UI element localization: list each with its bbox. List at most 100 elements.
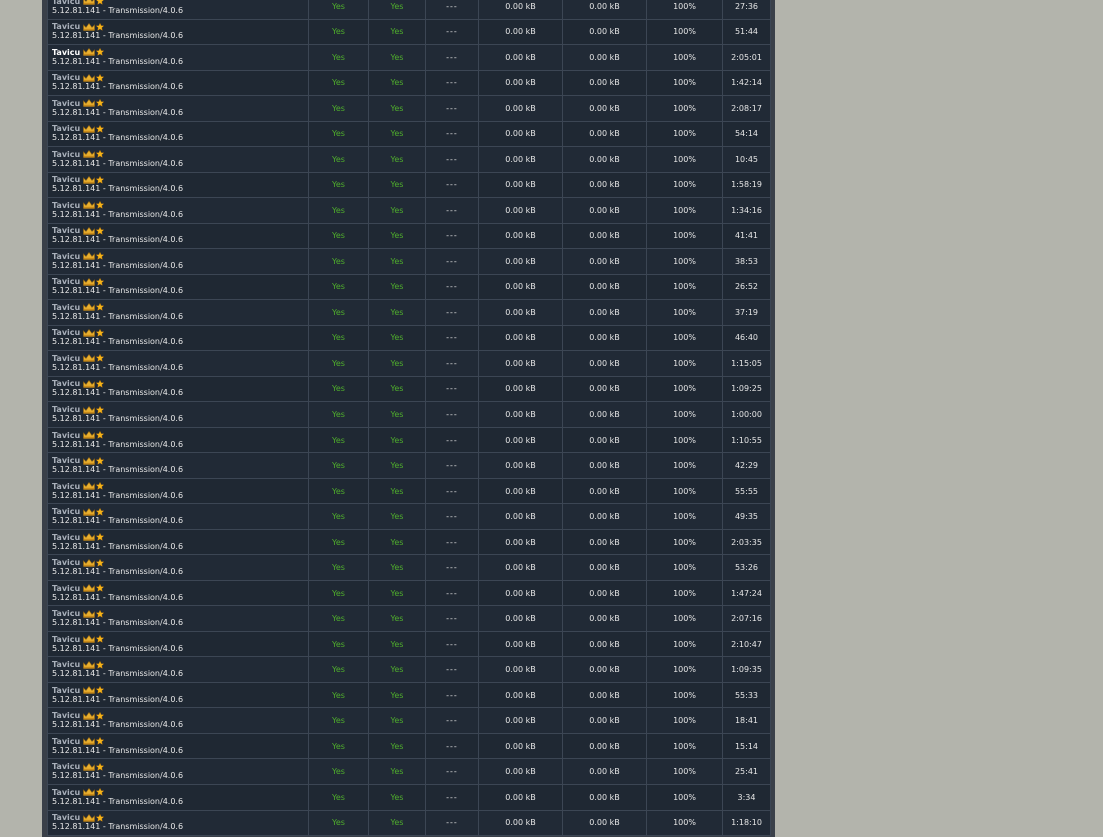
table-row: Tavicu 5.12.81.141 - Transmission/4.0.6 … bbox=[47, 758, 771, 785]
username-line: Tavicu bbox=[52, 252, 308, 261]
username-link[interactable]: Tavicu bbox=[52, 73, 80, 82]
downloaded-cell: 0.00 kB bbox=[562, 0, 647, 20]
peer-cell: Tavicu 5.12.81.141 - Transmission/4.0.6 bbox=[47, 656, 309, 683]
peer-client-info: 5.12.81.141 - Transmission/4.0.6 bbox=[52, 311, 184, 321]
star-icon bbox=[96, 762, 105, 771]
username-link[interactable]: Tavicu bbox=[52, 558, 80, 567]
username-link[interactable]: Tavicu bbox=[52, 124, 80, 133]
connectable-cell: Yes bbox=[308, 69, 369, 97]
username-link[interactable]: Tavicu bbox=[52, 788, 80, 797]
progress-cell: 100% bbox=[646, 197, 723, 224]
username-link[interactable]: Tavicu bbox=[52, 150, 80, 159]
peer-cell: Tavicu 5.12.81.141 - Transmission/4.0.6 bbox=[47, 579, 309, 607]
uploaded-cell: 0.00 kB bbox=[478, 0, 563, 20]
peer-cell: Tavicu 5.12.81.141 - Transmission/4.0.6 bbox=[47, 426, 309, 454]
downloaded-cell: 0.00 kB bbox=[562, 69, 647, 97]
username-link[interactable]: Tavicu bbox=[52, 22, 80, 31]
connectable-cell: Yes bbox=[308, 605, 369, 632]
peer-client-info: 5.12.81.141 - Transmission/4.0.6 bbox=[52, 260, 184, 270]
peer-cell: Tavicu 5.12.81.141 - Transmission/4.0.6 bbox=[47, 44, 309, 71]
username-link[interactable]: Tavicu bbox=[52, 0, 80, 6]
downloaded-cell: 0.00 kB bbox=[562, 681, 647, 709]
username-link[interactable]: Tavicu bbox=[52, 226, 80, 235]
seeding-cell: Yes bbox=[368, 605, 426, 632]
crown-icon bbox=[83, 635, 96, 643]
connectable-cell: Yes bbox=[308, 452, 369, 479]
connectable-cell: Yes bbox=[308, 324, 369, 352]
username-link[interactable]: Tavicu bbox=[52, 99, 80, 108]
username-link[interactable]: Tavicu bbox=[52, 737, 80, 746]
connectable-cell: Yes bbox=[308, 528, 369, 556]
star-icon bbox=[96, 99, 105, 108]
connectable-cell: Yes bbox=[308, 809, 369, 837]
peer-cell: Tavicu 5.12.81.141 - Transmission/4.0.6 bbox=[47, 401, 309, 428]
seeding-cell: Yes bbox=[368, 222, 426, 250]
username-link[interactable]: Tavicu bbox=[52, 328, 80, 337]
star-icon bbox=[96, 711, 105, 720]
username-link[interactable]: Tavicu bbox=[52, 533, 80, 542]
username-link[interactable]: Tavicu bbox=[52, 175, 80, 184]
peer-cell: Tavicu 5.12.81.141 - Transmission/4.0.6 bbox=[47, 605, 309, 632]
username-link[interactable]: Tavicu bbox=[52, 813, 80, 822]
downloaded-cell: 0.00 kB bbox=[562, 707, 647, 734]
username-link[interactable]: Tavicu bbox=[52, 379, 80, 388]
username-line: Tavicu bbox=[52, 635, 308, 644]
table-row: Tavicu 5.12.81.141 - Transmission/4.0.6 … bbox=[47, 375, 771, 403]
connectable-cell: Yes bbox=[308, 630, 369, 658]
star-icon bbox=[96, 303, 105, 312]
connectable-cell: Yes bbox=[308, 579, 369, 607]
username-link[interactable]: Tavicu bbox=[52, 762, 80, 771]
crown-icon bbox=[83, 431, 96, 439]
crown-icon bbox=[83, 328, 96, 337]
connectable-cell: Yes bbox=[308, 758, 369, 785]
username-link[interactable]: Tavicu bbox=[52, 609, 80, 618]
peer-client-info: 5.12.81.141 - Transmission/4.0.6 bbox=[52, 5, 184, 15]
username-line: Tavicu bbox=[52, 226, 308, 235]
uploaded-cell: 0.00 kB bbox=[478, 503, 563, 530]
time-cell: 3:34 bbox=[722, 783, 771, 811]
peer-cell: Tavicu 5.12.81.141 - Transmission/4.0.6 bbox=[47, 248, 309, 275]
progress-cell: 100% bbox=[646, 248, 723, 275]
crown-icon bbox=[83, 762, 96, 771]
downloaded-cell: 0.00 kB bbox=[562, 146, 647, 173]
username-link[interactable]: Tavicu bbox=[52, 48, 80, 57]
username-link[interactable]: Tavicu bbox=[52, 482, 80, 491]
username-link[interactable]: Tavicu bbox=[52, 201, 80, 210]
speed-cell: --- bbox=[425, 503, 479, 530]
peer-client-info: 5.12.81.141 - Transmission/4.0.6 bbox=[52, 56, 184, 66]
username-line: Tavicu bbox=[52, 609, 308, 618]
table-row: Tavicu 5.12.81.141 - Transmission/4.0.6 … bbox=[47, 707, 771, 734]
username-link[interactable]: Tavicu bbox=[52, 507, 80, 516]
username-link[interactable]: Tavicu bbox=[52, 660, 80, 669]
progress-cell: 100% bbox=[646, 528, 723, 556]
username-link[interactable]: Tavicu bbox=[52, 405, 80, 414]
username-link[interactable]: Tavicu bbox=[52, 277, 80, 286]
peer-cell: Tavicu 5.12.81.141 - Transmission/4.0.6 bbox=[47, 503, 309, 530]
seeding-cell: Yes bbox=[368, 0, 426, 20]
username-link[interactable]: Tavicu bbox=[52, 431, 80, 440]
uploaded-cell: 0.00 kB bbox=[478, 146, 563, 173]
username-link[interactable]: Tavicu bbox=[52, 584, 80, 593]
username-link[interactable]: Tavicu bbox=[52, 711, 80, 720]
username-link[interactable]: Tavicu bbox=[52, 354, 80, 363]
uploaded-cell: 0.00 kB bbox=[478, 707, 563, 734]
speed-cell: --- bbox=[425, 146, 479, 173]
seeding-cell: Yes bbox=[368, 197, 426, 224]
crown-icon bbox=[83, 73, 96, 82]
seeding-cell: Yes bbox=[368, 681, 426, 709]
username-link[interactable]: Tavicu bbox=[52, 252, 80, 261]
username-link[interactable]: Tavicu bbox=[52, 635, 80, 644]
username-link[interactable]: Tavicu bbox=[52, 303, 80, 312]
peer-client-info: 5.12.81.141 - Transmission/4.0.6 bbox=[52, 694, 184, 704]
crown-icon bbox=[83, 813, 96, 822]
downloaded-cell: 0.00 kB bbox=[562, 630, 647, 658]
username-link[interactable]: Tavicu bbox=[52, 456, 80, 465]
seeding-cell: Yes bbox=[368, 503, 426, 530]
speed-cell: --- bbox=[425, 477, 479, 505]
star-icon bbox=[96, 0, 105, 6]
peer-client-info: 5.12.81.141 - Transmission/4.0.6 bbox=[52, 669, 184, 679]
crown-icon bbox=[83, 277, 96, 286]
username-link[interactable]: Tavicu bbox=[52, 686, 80, 695]
peer-client-info: 5.12.81.141 - Transmission/4.0.6 bbox=[52, 158, 184, 168]
star-icon bbox=[96, 277, 105, 286]
